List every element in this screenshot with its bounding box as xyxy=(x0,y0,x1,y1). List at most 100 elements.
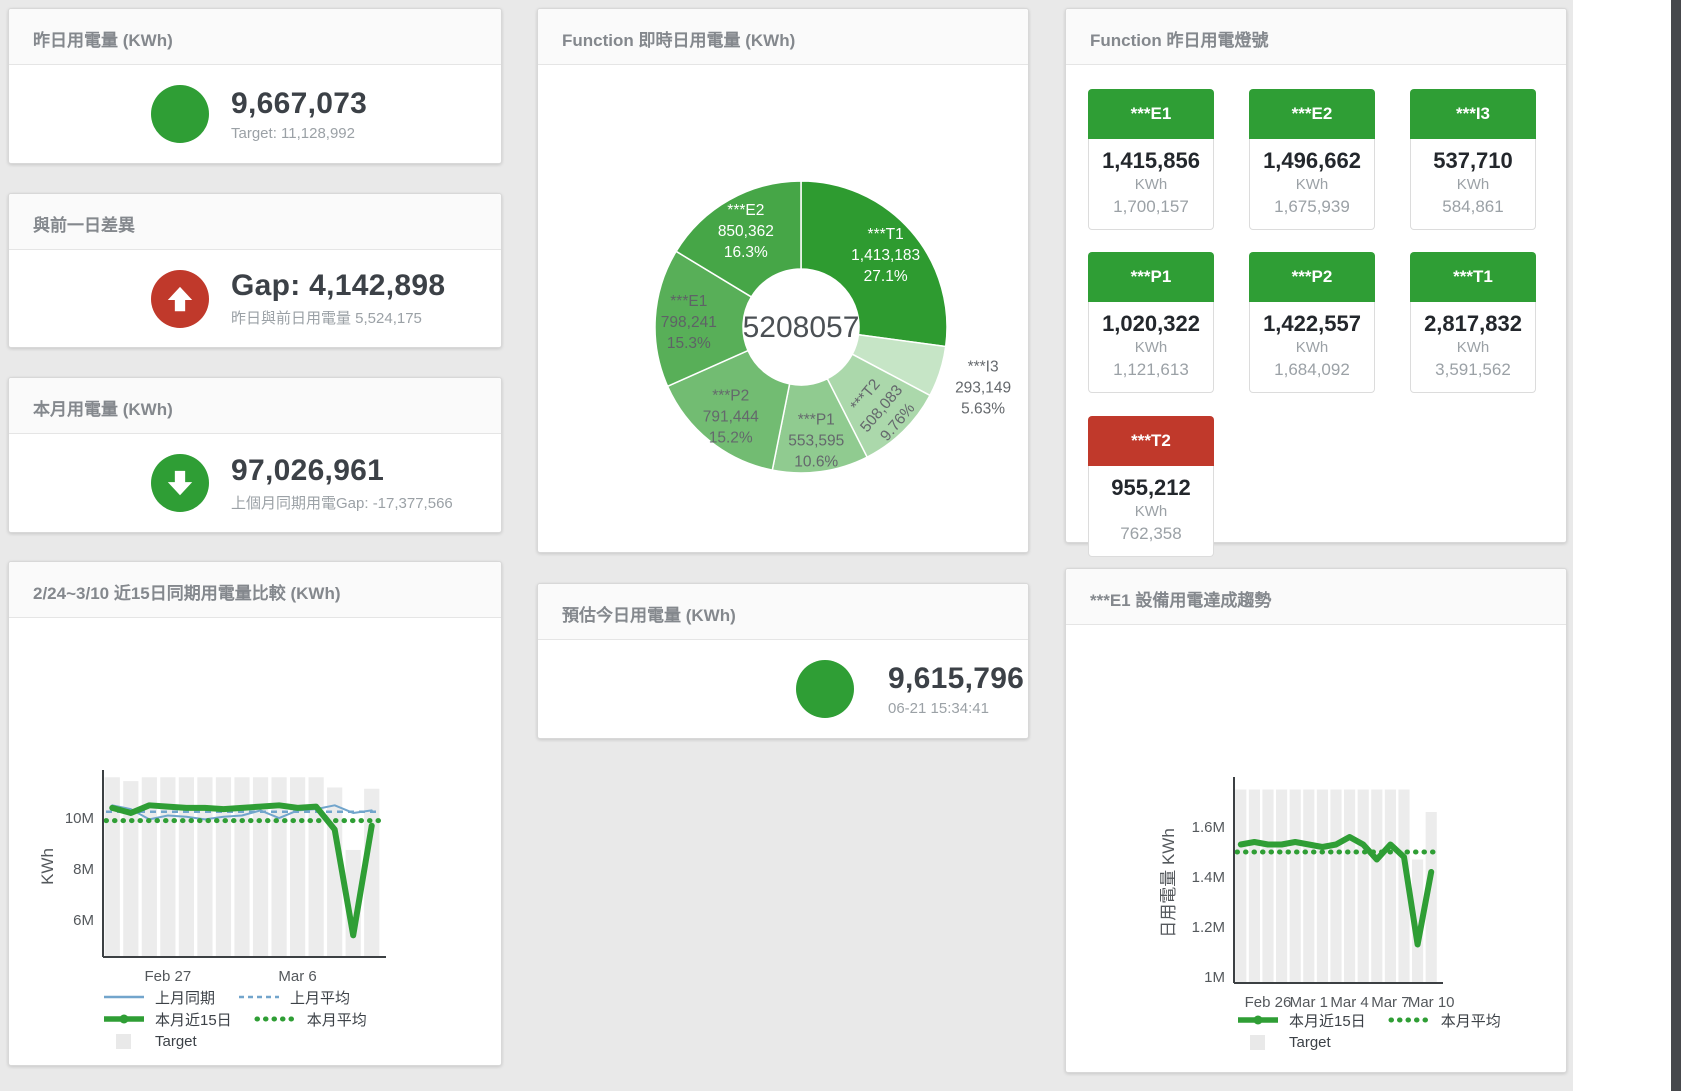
tile-P1[interactable]: ***P11,020,322KWh1,121,613 xyxy=(1088,252,1214,402)
card-day-gap: 與前一日差異 Gap: 4,142,898 昨日與前日用電量 5,524,175 xyxy=(8,193,502,348)
tile-value: 537,710 xyxy=(1415,149,1531,173)
tile-value: 2,817,832 xyxy=(1415,312,1531,336)
tile-body: 1,422,557 KWh 1,684,092 xyxy=(1249,302,1375,393)
stat-subtitle: Target: 11,128,992 xyxy=(231,125,367,142)
tile-value: 1,496,662 xyxy=(1254,149,1370,173)
e1-trend-chart[interactable]: 1M1.2M1.4M1.6MFeb 26Mar 1Mar 4Mar 7Mar 1… xyxy=(1066,625,1566,1072)
y-tick-label: 1M xyxy=(1204,969,1225,986)
card-e1-trend: ***E1 設備用電達成趨勢 1M1.2M1.4M1.6MFeb 26Mar 1… xyxy=(1065,568,1567,1073)
stat-value: Gap: 4,142,898 xyxy=(231,269,445,303)
card-e1-trend-title: ***E1 設備用電達成趨勢 xyxy=(1066,569,1566,625)
dashboard: 昨日用電量 (KWh) 9,667,073 Target: 11,128,992… xyxy=(0,0,1681,1091)
target-bar xyxy=(105,777,120,957)
tile-E2[interactable]: ***E2 1,496,662 KWh 1,675,939 xyxy=(1249,89,1375,239)
realtime-donut-chart[interactable]: ***T11,413,18327.1%***I3293,1495.63%***T… xyxy=(538,65,1028,552)
tile-label: ***P1 xyxy=(1088,252,1214,302)
target-bar xyxy=(1385,790,1396,984)
tile-target-value: 584,861 xyxy=(1415,196,1531,217)
tile-value: 1,415,856 xyxy=(1093,149,1209,173)
tile-target-value: 3,591,562 xyxy=(1415,359,1531,380)
tile-unit: KWh xyxy=(1254,175,1370,194)
target-bar xyxy=(216,777,231,957)
stat-text: 97,026,961 上個月同期用電Gap: -17,377,566 xyxy=(231,454,453,513)
legend-item[interactable]: Target xyxy=(102,1033,197,1050)
card-estimate-today-title: 預估今日用電量 (KWh) xyxy=(538,584,1028,640)
donut-svg: ***T11,413,18327.1%***I3293,1495.63%***T… xyxy=(538,65,1028,553)
legend-line-icon xyxy=(102,989,146,1005)
x-tick-label: Mar 10 xyxy=(1408,994,1455,1009)
legend-label: 本月平均 xyxy=(307,1009,367,1030)
donut-slice-label: ***I3293,1495.63% xyxy=(955,359,1011,418)
status-circle-icon xyxy=(796,660,854,718)
card-compare-chart-title: 2/24~3/10 近15日同期用電量比較 (KWh) xyxy=(9,562,501,618)
y-axis-title: 日用電量 KWh xyxy=(1159,828,1178,938)
card-day-gap-title: 與前一日差異 xyxy=(9,194,501,250)
target-bar xyxy=(1235,790,1246,984)
target-bar xyxy=(1344,790,1355,984)
legend-item[interactable]: 本月平均 xyxy=(1388,1010,1501,1031)
tile-unit: KWh xyxy=(1415,175,1531,194)
tile-I3[interactable]: ***I3537,710KWh584,861 xyxy=(1410,89,1536,239)
tile-body: 2,817,832 KWh 3,591,562 xyxy=(1410,302,1536,393)
legend-dash-icon xyxy=(237,989,281,1005)
tile-body: 1,496,662 KWh 1,675,939 xyxy=(1249,139,1375,230)
legend-thickline-icon xyxy=(102,1011,146,1027)
tile-unit: KWh xyxy=(1093,502,1209,521)
tile-P2[interactable]: ***P2 1,422,557 KWh 1,684,092 xyxy=(1249,252,1375,402)
trend-legend: 本月近15日 本月平均 Target xyxy=(1066,1009,1566,1053)
tile-T1[interactable]: ***T1 2,817,832 KWh 3,591,562 xyxy=(1410,252,1536,402)
y-tick-label: 1.6M xyxy=(1192,819,1225,836)
y-tick-label: 10M xyxy=(65,810,94,827)
card-realtime-donut: Function 即時日用電量 (KWh) ***T11,413,18327.1… xyxy=(537,8,1029,553)
scrollbar[interactable] xyxy=(1671,0,1681,1091)
target-bar xyxy=(1303,790,1314,984)
donut-center-total: 5208057 xyxy=(743,311,860,344)
arrow-down-icon xyxy=(151,454,209,512)
stat-value: 9,667,073 xyxy=(231,87,367,121)
stat-subtitle: 上個月同期用電Gap: -17,377,566 xyxy=(231,492,453,513)
arrow-up-icon xyxy=(151,270,209,328)
tile-label: ***P2 xyxy=(1249,252,1375,302)
tile-target-value: 1,684,092 xyxy=(1254,359,1370,380)
tile-label: ***E2 xyxy=(1249,89,1375,139)
legend-dots-icon xyxy=(1388,1012,1432,1028)
tile-target-value: 1,700,157 xyxy=(1093,196,1209,217)
target-bar xyxy=(1290,790,1301,984)
legend-dots-icon xyxy=(254,1011,298,1027)
tile-body: 1,415,856KWh1,700,157 xyxy=(1088,139,1214,230)
legend-item[interactable]: 本月平均 xyxy=(254,1009,367,1030)
compare-chart[interactable]: 6M8M10MFeb 27Mar 6KWh上月同期上月平均本月近15日本月平均T… xyxy=(9,618,501,1065)
tile-body: 955,212KWh762,358 xyxy=(1088,466,1214,557)
stat-subtitle: 06-21 15:34:41 xyxy=(888,700,1024,717)
trend-svg: 1M1.2M1.4M1.6MFeb 26Mar 1Mar 4Mar 7Mar 1… xyxy=(1066,625,1566,1009)
target-bar xyxy=(1276,790,1287,984)
tile-label: ***E1 xyxy=(1088,89,1214,139)
tile-label: ***T2 xyxy=(1088,416,1214,466)
tile-E1[interactable]: ***E11,415,856KWh1,700,157 xyxy=(1088,89,1214,239)
card-compare-chart: 2/24~3/10 近15日同期用電量比較 (KWh) 6M8M10MFeb 2… xyxy=(8,561,502,1066)
y-tick-label: 1.2M xyxy=(1192,919,1225,936)
stat-value: 97,026,961 xyxy=(231,454,453,488)
stat-text: 9,667,073 Target: 11,128,992 xyxy=(231,87,367,142)
tile-target-value: 1,675,939 xyxy=(1254,196,1370,217)
legend-item[interactable]: Target xyxy=(1236,1034,1331,1051)
tile-T2[interactable]: ***T2955,212KWh762,358 xyxy=(1088,416,1214,566)
tile-value: 1,020,322 xyxy=(1093,312,1209,336)
legend-item[interactable]: 上月同期 xyxy=(102,987,215,1008)
estimate-today-stat: 9,615,796 06-21 15:34:41 xyxy=(538,640,1028,738)
legend-item[interactable]: 本月近15日 xyxy=(102,1009,232,1030)
y-tick-label: 8M xyxy=(73,861,94,878)
legend-item[interactable]: 本月近15日 xyxy=(1236,1010,1366,1031)
tile-unit: KWh xyxy=(1254,338,1370,357)
legend-label: Target xyxy=(155,1033,197,1050)
target-bar xyxy=(1358,790,1369,984)
legend-thickline-icon xyxy=(1236,1012,1280,1028)
tile-unit: KWh xyxy=(1415,338,1531,357)
card-status-tiles-title: Function 昨日用電燈號 xyxy=(1066,9,1566,65)
tile-label: ***T1 xyxy=(1410,252,1536,302)
target-bar xyxy=(197,777,212,957)
target-bar xyxy=(179,777,194,957)
tile-value: 1,422,557 xyxy=(1254,312,1370,336)
y-tick-label: 1.4M xyxy=(1192,869,1225,886)
legend-item[interactable]: 上月平均 xyxy=(237,987,350,1008)
